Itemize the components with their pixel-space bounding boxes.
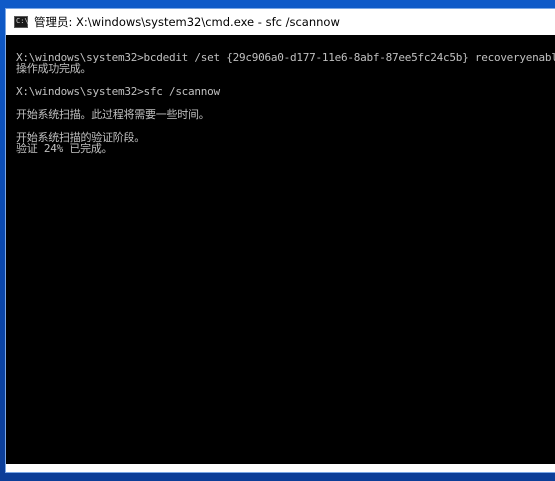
cmd-icon[interactable] [14, 16, 29, 28]
desktop-background: 管理员: X:\windows\system32\cmd.exe - sfc /… [0, 0, 555, 481]
console-output[interactable]: X:\windows\system32>bcdedit /set {29c906… [6, 35, 555, 464]
console-line-6: 开始系统扫描。此过程将需要一些时间。 [16, 108, 210, 121]
console-line-4: X:\windows\system32>sfc /scannow [16, 85, 220, 98]
window-bottom-border [6, 464, 555, 472]
window-title: 管理员: X:\windows\system32\cmd.exe - sfc /… [34, 15, 340, 29]
title-bar[interactable]: 管理员: X:\windows\system32\cmd.exe - sfc /… [6, 9, 555, 35]
cmd-window[interactable]: 管理员: X:\windows\system32\cmd.exe - sfc /… [6, 9, 555, 472]
console-line-9: 验证 24% 已完成。 [16, 142, 113, 155]
